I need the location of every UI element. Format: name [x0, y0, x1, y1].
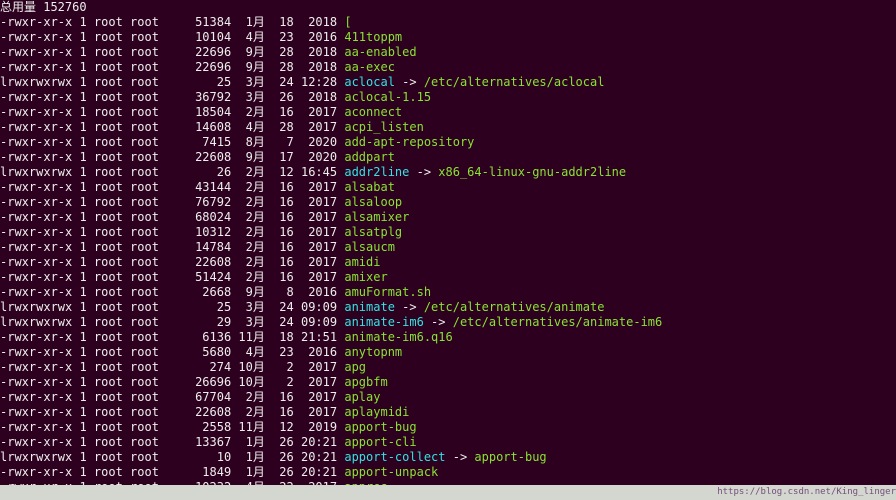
filename: apgbfm: [344, 375, 387, 389]
link-target: /etc/alternatives/animate: [424, 300, 605, 314]
filename: 411toppm: [344, 30, 402, 44]
file-row: -rwxr-xr-x 1 root root 13367 1月 26 20:21…: [0, 435, 896, 450]
filename: aclocal-1.15: [344, 90, 431, 104]
file-row: lrwxrwxrwx 1 root root 10 1月 26 20:21 ap…: [0, 450, 896, 465]
filename: anytopnm: [344, 345, 402, 359]
filename: alsamixer: [344, 210, 409, 224]
file-row: -rwxr-xr-x 1 root root 14608 4月 28 2017 …: [0, 120, 896, 135]
file-row: -rwxr-xr-x 1 root root 36792 3月 26 2018 …: [0, 90, 896, 105]
filename: acpi_listen: [344, 120, 423, 134]
file-row: lrwxrwxrwx 1 root root 26 2月 12 16:45 ad…: [0, 165, 896, 180]
terminal[interactable]: 总用量 152760-rwxr-xr-x 1 root root 51384 1…: [0, 0, 896, 500]
file-row: lrwxrwxrwx 1 root root 29 3月 24 09:09 an…: [0, 315, 896, 330]
filename: animate-im6.q16: [344, 330, 452, 344]
file-row: -rwxr-xr-x 1 root root 76792 2月 16 2017 …: [0, 195, 896, 210]
filename: addr2line: [344, 165, 409, 179]
file-row: -rwxr-xr-x 1 root root 18504 2月 16 2017 …: [0, 105, 896, 120]
filename: aclocal: [344, 75, 395, 89]
filename: alsaucm: [344, 240, 395, 254]
filename: alsabat: [344, 180, 395, 194]
link-target: /etc/alternatives/animate-im6: [453, 315, 663, 329]
terminal-output: 总用量 152760-rwxr-xr-x 1 root root 51384 1…: [0, 0, 896, 500]
filename: animate-im6: [344, 315, 423, 329]
file-row: -rwxr-xr-x 1 root root 274 10月 2 2017 ap…: [0, 360, 896, 375]
file-row: -rwxr-xr-x 1 root root 1849 1月 26 20:21 …: [0, 465, 896, 480]
file-row: -rwxr-xr-x 1 root root 10104 4月 23 2016 …: [0, 30, 896, 45]
file-row: -rwxr-xr-x 1 root root 51384 1月 18 2018 …: [0, 15, 896, 30]
file-row: -rwxr-xr-x 1 root root 51424 2月 16 2017 …: [0, 270, 896, 285]
file-row: -rwxr-xr-x 1 root root 5680 4月 23 2016 a…: [0, 345, 896, 360]
file-row: -rwxr-xr-x 1 root root 22608 9月 17 2020 …: [0, 150, 896, 165]
filename: apport-collect: [344, 450, 445, 464]
filename: animate: [344, 300, 395, 314]
filename: apport-cli: [344, 435, 416, 449]
filename: alsatplg: [344, 225, 402, 239]
filename: amuFormat.sh: [344, 285, 431, 299]
file-row: -rwxr-xr-x 1 root root 22696 9月 28 2018 …: [0, 60, 896, 75]
link-target: /etc/alternatives/aclocal: [424, 75, 605, 89]
file-row: -rwxr-xr-x 1 root root 22608 2月 16 2017 …: [0, 405, 896, 420]
filename: aa-exec: [344, 60, 395, 74]
watermark: https://blog.csdn.net/King_linger: [717, 485, 896, 500]
filename: apport-unpack: [344, 465, 438, 479]
filename: addpart: [344, 150, 395, 164]
file-row: -rwxr-xr-x 1 root root 14784 2月 16 2017 …: [0, 240, 896, 255]
filename: alsaloop: [344, 195, 402, 209]
header-line: 总用量 152760: [0, 0, 896, 15]
file-row: -rwxr-xr-x 1 root root 67704 2月 16 2017 …: [0, 390, 896, 405]
file-row: -rwxr-xr-x 1 root root 2668 9月 8 2016 am…: [0, 285, 896, 300]
filename: apport-bug: [344, 420, 416, 434]
filename: aplaymidi: [344, 405, 409, 419]
file-row: -rwxr-xr-x 1 root root 22608 2月 16 2017 …: [0, 255, 896, 270]
filename: aa-enabled: [344, 45, 416, 59]
filename: aconnect: [344, 105, 402, 119]
file-row: -rwxr-xr-x 1 root root 43144 2月 16 2017 …: [0, 180, 896, 195]
file-row: -rwxr-xr-x 1 root root 2558 11月 12 2019 …: [0, 420, 896, 435]
file-row: -rwxr-xr-x 1 root root 22696 9月 28 2018 …: [0, 45, 896, 60]
file-row: -rwxr-xr-x 1 root root 26696 10月 2 2017 …: [0, 375, 896, 390]
filename: [: [344, 15, 351, 29]
file-row: -rwxr-xr-x 1 root root 68024 2月 16 2017 …: [0, 210, 896, 225]
file-row: -rwxr-xr-x 1 root root 6136 11月 18 21:51…: [0, 330, 896, 345]
file-row: lrwxrwxrwx 1 root root 25 3月 24 09:09 an…: [0, 300, 896, 315]
filename: amidi: [344, 255, 380, 269]
file-row: -rwxr-xr-x 1 root root 10312 2月 16 2017 …: [0, 225, 896, 240]
filename: amixer: [344, 270, 387, 284]
filename: add-apt-repository: [344, 135, 474, 149]
link-target: x86_64-linux-gnu-addr2line: [438, 165, 626, 179]
link-target: apport-bug: [474, 450, 546, 464]
filename: aplay: [344, 390, 380, 404]
filename: apg: [344, 360, 366, 374]
file-row: lrwxrwxrwx 1 root root 25 3月 24 12:28 ac…: [0, 75, 896, 90]
file-row: -rwxr-xr-x 1 root root 7415 8月 7 2020 ad…: [0, 135, 896, 150]
